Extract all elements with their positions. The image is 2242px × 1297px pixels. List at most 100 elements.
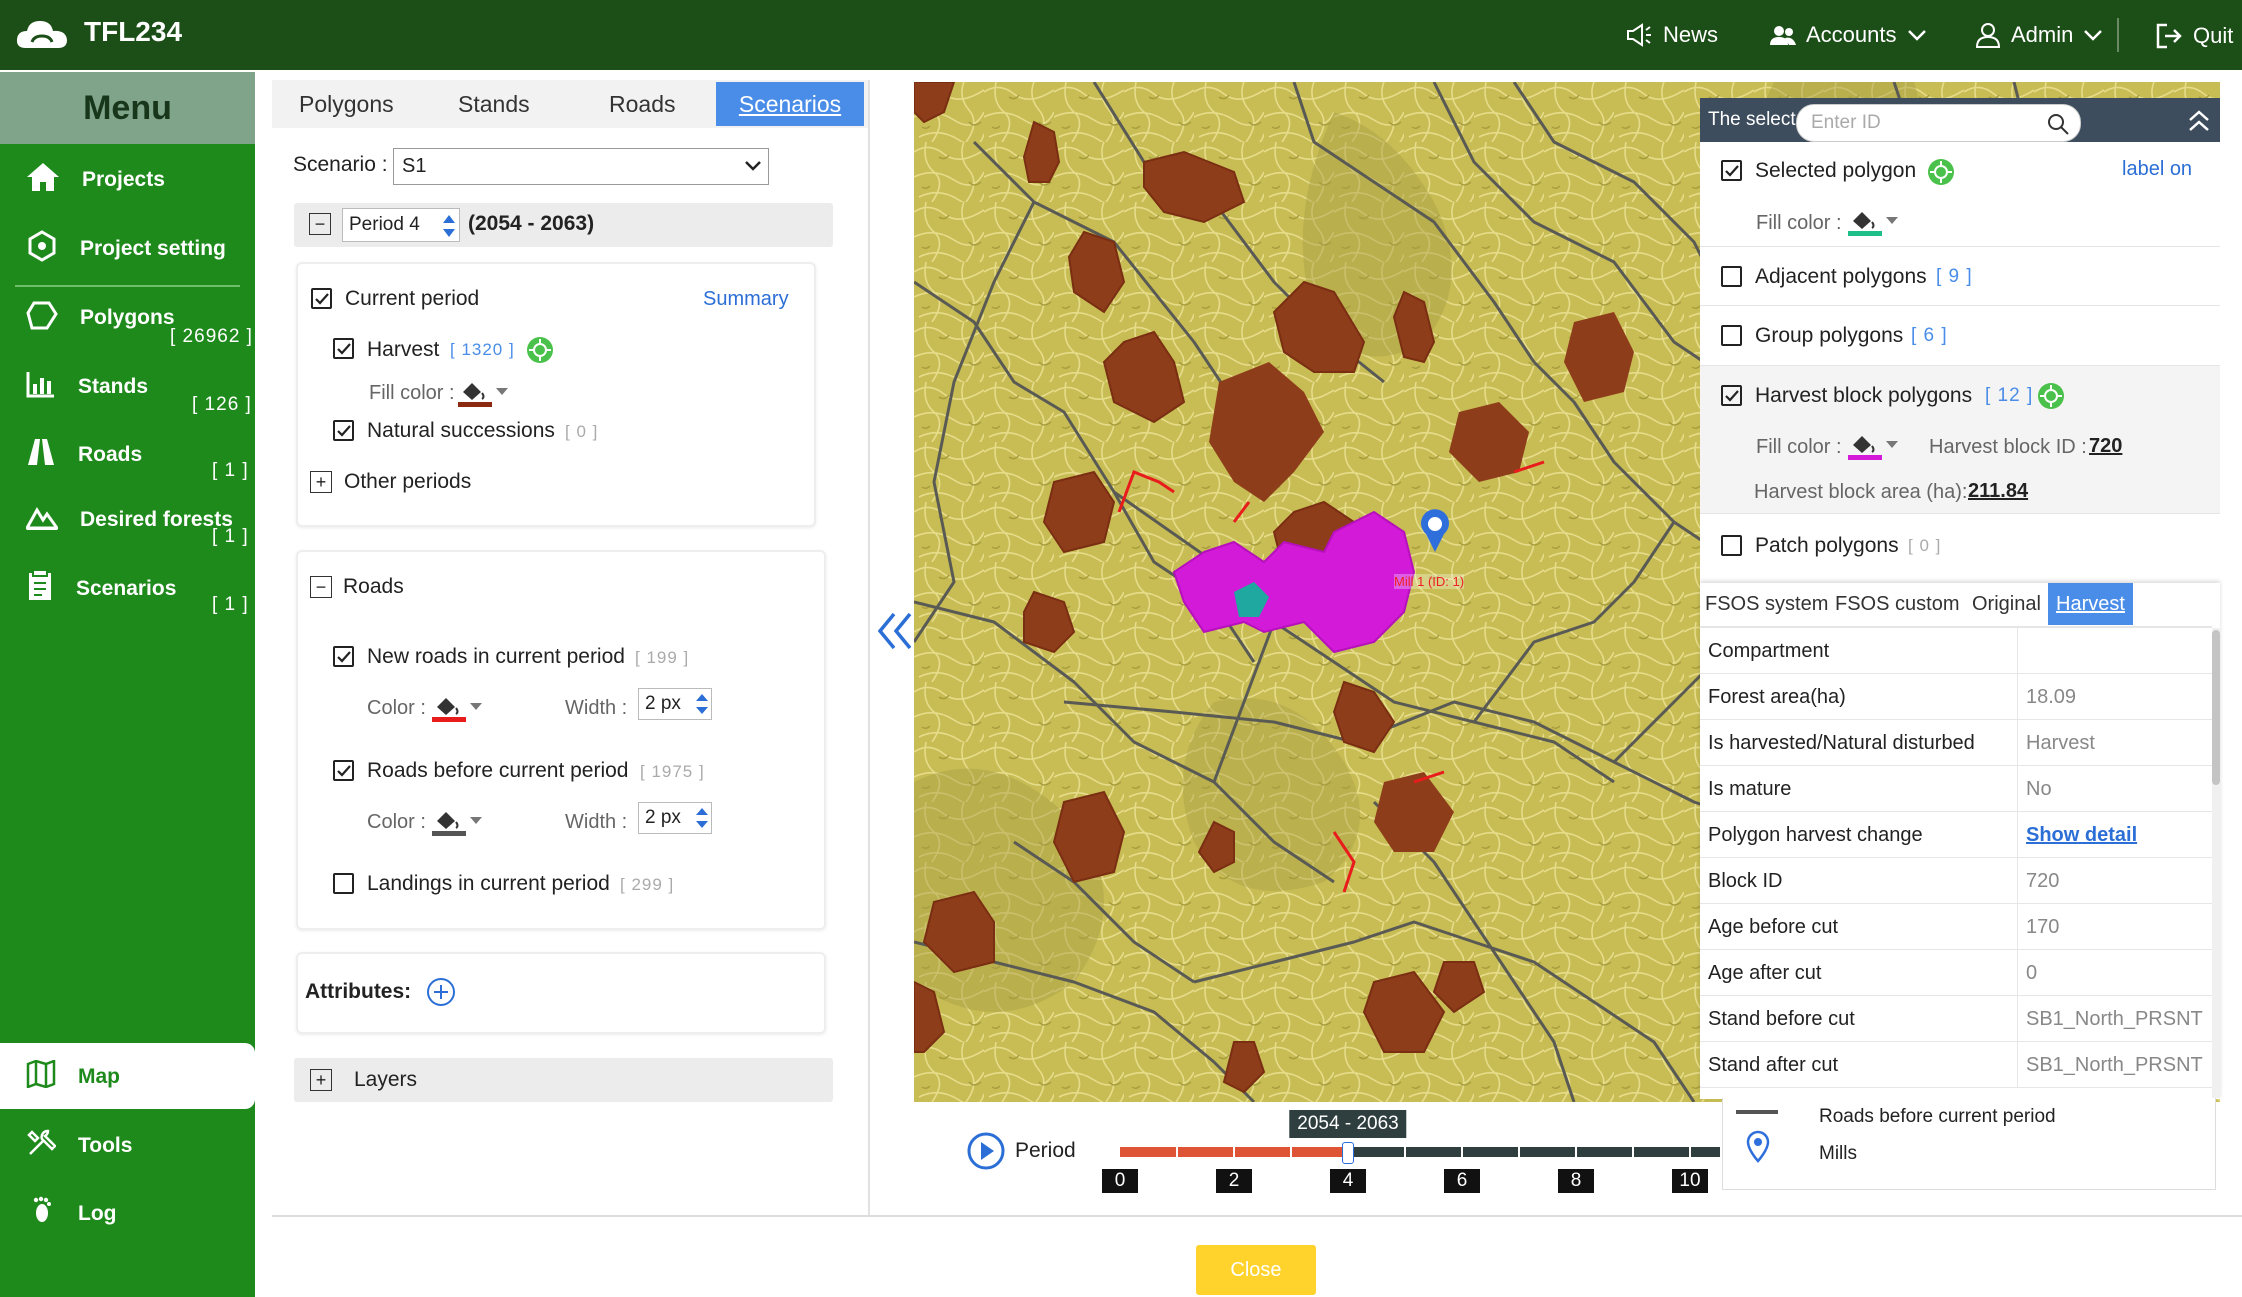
adjacent-checkbox[interactable] [1721, 266, 1742, 287]
expand-layers-button[interactable]: + [310, 1069, 332, 1091]
property-value: SB1_North_PRSNT [2026, 1054, 2203, 1076]
sidebar-item-roads[interactable]: Roads [26, 438, 142, 472]
timeline-track[interactable] [1120, 1147, 1720, 1157]
tab-roads[interactable]: Roads [585, 82, 699, 126]
group-checkbox[interactable] [1721, 325, 1742, 346]
harvest-checkbox[interactable] [333, 338, 354, 359]
patch-count: [ 0 ] [1908, 536, 1942, 555]
harvest-block-area-value[interactable]: 211.84 [1968, 480, 2028, 503]
property-key: Compartment [1700, 628, 2018, 673]
sidebar-item-polygons[interactable]: Polygons [26, 300, 175, 336]
harvest-block-id-value[interactable]: 720 [2089, 435, 2122, 458]
label-on-link[interactable]: label on [2122, 158, 2192, 181]
other-periods-label: Other periods [344, 470, 472, 493]
period-play-label: Period [1015, 1139, 1076, 1162]
show-detail-link[interactable]: Show detail [2018, 812, 2137, 857]
user-icon [1975, 22, 2001, 48]
table-row: Stand after cut SB1_North_PRSNT [1700, 1042, 2212, 1088]
roads-before-count: [ 1975 ] [640, 762, 705, 781]
period-stepper[interactable]: Period 4 [342, 208, 460, 242]
app-title: TFL234 [84, 16, 183, 47]
roads-before-checkbox[interactable] [333, 760, 354, 781]
stepper-arrows-icon[interactable] [693, 802, 711, 840]
timeline-tick-label: 0 [1102, 1169, 1138, 1193]
stepper-arrows-icon[interactable] [439, 209, 459, 249]
summary-link[interactable]: Summary [703, 288, 789, 311]
locate-target-icon[interactable] [2036, 381, 2066, 416]
chevron-down-icon [744, 149, 762, 183]
group-label: Group polygons [1755, 324, 1904, 347]
property-value: 18.09 [2026, 686, 2077, 708]
collapse-period-button[interactable]: − [309, 213, 331, 235]
locate-target-icon[interactable] [1926, 157, 1956, 192]
accounts-menu[interactable]: Accounts [1770, 22, 1927, 48]
tab-fsos-system[interactable]: FSOS system [1705, 583, 1828, 625]
property-key: Age before cut [1700, 904, 2018, 949]
property-key: Is harvested/Natural disturbed [1700, 720, 2018, 765]
sidebar-item-label: Scenarios [76, 577, 177, 600]
roads-before-width-stepper[interactable]: 2 px [638, 802, 712, 834]
search-placeholder: Enter ID [1811, 112, 1881, 133]
collapse-roads-button[interactable]: − [310, 576, 332, 598]
sidebar-item-tools[interactable]: Tools [26, 1128, 132, 1164]
chevron-down-icon [1907, 28, 1927, 42]
tab-scenarios[interactable]: Scenarios [716, 82, 864, 126]
sidebar-item-map-content[interactable]: Map [26, 1059, 120, 1094]
paint-bucket-icon[interactable] [432, 807, 488, 844]
harvest-block-checkbox[interactable] [1721, 385, 1742, 406]
news-link[interactable]: News [1625, 22, 1718, 48]
table-row: Block ID 720 [1700, 858, 2212, 904]
landings-checkbox[interactable] [333, 873, 354, 894]
chart-icon [26, 370, 56, 404]
sidebar-item-scenarios[interactable]: Scenarios [26, 569, 177, 608]
tab-fsos-custom[interactable]: FSOS custom [1835, 583, 1959, 625]
new-roads-width-stepper[interactable]: 2 px [638, 688, 712, 720]
scenario-select[interactable]: S1 [393, 148, 769, 185]
paint-bucket-icon[interactable] [458, 378, 514, 415]
sidebar-item-log[interactable]: Log [26, 1196, 116, 1232]
search-input[interactable]: Enter ID [1796, 104, 2081, 142]
sidebar-item-project-setting[interactable]: Project setting [26, 230, 226, 268]
timeline-tick-label: 10 [1672, 1169, 1708, 1193]
tab-original[interactable]: Original [1972, 583, 2041, 625]
top-bar: TFL234 News Accounts Admin Quit [0, 0, 2242, 70]
play-icon[interactable] [966, 1131, 1006, 1176]
legend-mills: Mills [1819, 1143, 1857, 1164]
add-attribute-icon[interactable] [425, 976, 457, 1013]
selected-polygon-checkbox[interactable] [1721, 160, 1742, 181]
current-period-checkbox[interactable] [311, 288, 332, 309]
admin-menu[interactable]: Admin [1975, 22, 2103, 48]
double-chevron-left-icon[interactable] [876, 610, 916, 657]
mill-label: Mill 1 (ID: 1) [1394, 574, 1465, 589]
timeline-tick-mark [1689, 1147, 1691, 1157]
map-icon [26, 1059, 56, 1094]
tab-stands[interactable]: Stands [434, 82, 554, 126]
expand-other-periods-button[interactable]: + [310, 471, 332, 493]
harvest-block-id-label: Harvest block ID : [1929, 436, 2087, 458]
close-button[interactable]: Close [1196, 1245, 1316, 1295]
collapse-up-icon[interactable] [2186, 108, 2212, 139]
timeline-tick-label: 2 [1216, 1169, 1252, 1193]
property-value [2018, 628, 2026, 673]
property-value: 720 [2026, 870, 2060, 892]
properties-scrollbar[interactable] [2212, 628, 2220, 1098]
paint-bucket-icon[interactable] [1848, 431, 1904, 468]
paint-bucket-icon[interactable] [1848, 207, 1904, 244]
natural-checkbox[interactable] [333, 420, 354, 441]
sidebar-count: [ 26962 ] [170, 326, 253, 347]
table-row: Compartment [1700, 628, 2212, 674]
scrollbar-thumb[interactable] [2212, 630, 2220, 785]
sidebar-item-projects[interactable]: Projects [26, 162, 165, 198]
period-value: Period 4 [349, 214, 420, 235]
selected-polygon-label: Selected polygon [1755, 159, 1917, 182]
locate-target-icon[interactable] [525, 335, 555, 370]
sidebar-item-stands[interactable]: Stands [26, 370, 148, 404]
paint-bucket-icon[interactable] [432, 693, 488, 730]
sidebar-item-desired-forests[interactable]: Desired forests [24, 504, 233, 536]
tab-polygons[interactable]: Polygons [275, 82, 418, 126]
patch-checkbox[interactable] [1721, 535, 1742, 556]
new-roads-checkbox[interactable] [333, 646, 354, 667]
stepper-arrows-icon[interactable] [693, 688, 711, 726]
quit-button[interactable]: Quit [2155, 22, 2233, 50]
tab-harvest[interactable]: Harvest [2048, 583, 2133, 625]
